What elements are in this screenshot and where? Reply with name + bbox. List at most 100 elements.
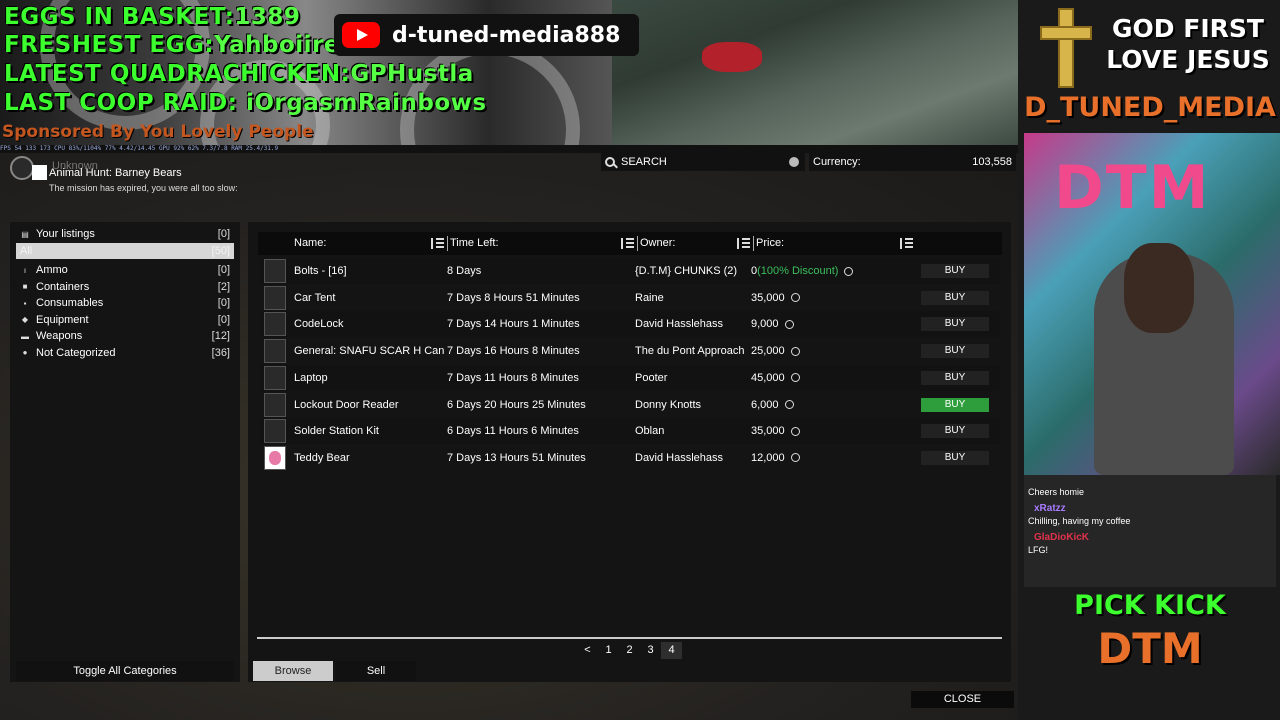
coin-icon (790, 293, 800, 303)
coin-icon (784, 400, 794, 409)
buy-button[interactable]: BUY (921, 264, 989, 278)
item-name: Teddy Bear (294, 451, 350, 464)
page-button-1[interactable]: 1 (598, 642, 619, 659)
red-cloth (702, 42, 762, 72)
item-name: Lockout Door Reader (294, 398, 399, 411)
item-thumbnail (264, 445, 286, 470)
page-button-4[interactable]: 4 (661, 642, 682, 659)
latest-quadrachicken: LATEST QUADRACHICKEN:GPHustla (4, 61, 474, 87)
category-ammo[interactable]: ı Ammo [0] (16, 262, 234, 279)
buy-button[interactable]: BUY (921, 317, 989, 332)
column-time-header[interactable]: Time Left: (448, 232, 638, 255)
cross-icon (1038, 8, 1094, 88)
consumable-icon: ▪ (23, 298, 27, 308)
price: 9,000 (751, 318, 921, 330)
category-weapons[interactable]: ▬ Weapons [12] (16, 328, 234, 345)
god-first-text: GOD FIRST (1112, 14, 1264, 43)
price: 35,000 (751, 292, 921, 304)
list-icon: ▤ (21, 229, 29, 239)
table-row[interactable]: Solder Station Kit 6 Days 11 Hours 6 Minu… (260, 418, 1000, 445)
category-not-categorized[interactable]: ● Not Categorized [36] (16, 345, 234, 362)
mission-description: The mission has expired, you were all to… (49, 183, 238, 193)
category-containers[interactable]: ■ Containers [2] (16, 279, 234, 296)
item-name: CodeLock (294, 318, 344, 331)
tab-sell[interactable]: Sell (336, 661, 416, 681)
toggle-all-categories-button[interactable]: Toggle All Categories (16, 661, 234, 681)
performance-overlay: FPS 54 133 173 CPU 83%/1104% 77% 4.42/14… (0, 145, 279, 152)
divider (257, 637, 1002, 639)
buy-button[interactable]: BUY (921, 424, 989, 439)
category-all[interactable]: All [50] (16, 242, 234, 259)
buy-button[interactable]: BUY (921, 450, 989, 465)
category-equipment[interactable]: ◆ Equipment [0] (16, 312, 234, 329)
item-thumbnail (264, 339, 286, 364)
table-row[interactable]: CodeLock 7 Days 14 Hours 1 Minutes David H… (260, 311, 1000, 338)
love-jesus-text: LOVE JESUS (1106, 45, 1270, 74)
pick-dtm-text: DTM (1097, 624, 1203, 673)
item-thumbnail (264, 392, 286, 417)
sort-icon[interactable] (621, 238, 634, 249)
prev-page-button[interactable]: < (577, 642, 598, 659)
column-owner-header[interactable]: Owner: (638, 232, 754, 255)
streamer-side-panel: GOD FIRST LOVE JESUS D_TUNED_MEDIA DTM C… (1018, 0, 1280, 720)
sort-icon[interactable] (431, 238, 444, 249)
item-name: Bolts - [16] (294, 265, 347, 277)
chat-box: Cheers homie xRatzz Chilling, having my … (1024, 475, 1276, 587)
time-left: 6 Days 20 Hours 25 Minutes (447, 398, 586, 411)
sort-icon[interactable] (737, 238, 750, 249)
mission-title: Animal Hunt: Barney Bears (49, 167, 182, 179)
table-row[interactable]: Car Tent 7 Days 8 Hours 51 Minutes Raine 35… (260, 285, 1000, 311)
buy-button[interactable]: BUY (921, 290, 989, 305)
page-button-2[interactable]: 2 (619, 642, 640, 659)
price: 35,000 (751, 425, 921, 437)
close-button[interactable]: CLOSE (911, 691, 1014, 708)
table-row[interactable]: Lockout Door Reader 6 Days 20 Hours 25 Mi… (260, 392, 1000, 418)
category-your-listings[interactable]: ▤ Your listings [0] (16, 226, 234, 243)
price: 0 (100% Discount) (751, 265, 921, 277)
search-label: SEARCH (621, 156, 667, 168)
search-icon (605, 157, 615, 167)
dot-icon: ● (22, 348, 28, 358)
coin-icon (790, 453, 800, 463)
table-header: Name: Time Left: Owner: Price: (258, 232, 1002, 255)
buy-button[interactable]: BUY (921, 344, 989, 359)
price: 25,000 (751, 345, 921, 357)
price: 6,000 (751, 399, 921, 411)
pagination: <1 2 3 4 (248, 642, 1011, 659)
currency-value: 103,558 (972, 156, 1012, 168)
mission-checkbox (32, 165, 47, 180)
chat-user: xRatzz (1034, 503, 1066, 514)
room-camera-feed (612, 0, 1018, 145)
category-consumables[interactable]: ▪ Consumables [0] (16, 295, 234, 312)
clear-search-icon[interactable] (789, 157, 799, 167)
table-row[interactable]: General: SNAFU SCAR H Can 7 Days 16 Hours… (260, 338, 1000, 364)
column-name-header[interactable]: Name: (258, 232, 448, 255)
page-button-3[interactable]: 3 (640, 642, 661, 659)
category-panel: ▤ Your listings [0] All [50] ı Ammo [0] ■ Co… (10, 222, 240, 682)
search-input[interactable]: SEARCH (601, 153, 805, 171)
buy-button[interactable]: BUY (921, 397, 989, 412)
table-row[interactable]: Laptop 7 Days 11 Hours 8 Minutes Pooter 45,… (260, 364, 1000, 391)
item-thumbnail (264, 312, 286, 337)
owner-name: David Hasslehass (635, 318, 724, 331)
mission-icon (10, 156, 34, 180)
buy-button[interactable]: BUY (921, 370, 989, 385)
time-left: 7 Days 13 Hours 51 Minutes (447, 451, 586, 464)
coin-icon (790, 346, 800, 356)
pick-kick-text: PICK KICK (1074, 590, 1226, 621)
table-row[interactable]: Bolts - [16] 8 Days {D.T.M} CHUNKS (2) 0 (10… (260, 258, 1000, 284)
neon-sign: DTM (1054, 153, 1211, 223)
streamer-head (1124, 243, 1194, 333)
owner-name: Oblan (635, 425, 665, 438)
sort-icon[interactable] (900, 238, 913, 249)
channel-name: d-tuned-media888 (392, 22, 621, 48)
column-price-header[interactable]: Price: (754, 232, 917, 255)
price: 12,000 (751, 452, 921, 464)
item-name: Car Tent (294, 291, 336, 304)
tab-browse[interactable]: Browse (253, 661, 333, 681)
ammo-icon: ı (23, 265, 27, 275)
equipment-icon: ◆ (21, 315, 29, 325)
table-row[interactable]: Teddy Bear 7 Days 13 Hours 51 Minutes Davi… (260, 445, 1000, 471)
item-name: Laptop (294, 371, 328, 384)
coin-icon (784, 319, 794, 329)
